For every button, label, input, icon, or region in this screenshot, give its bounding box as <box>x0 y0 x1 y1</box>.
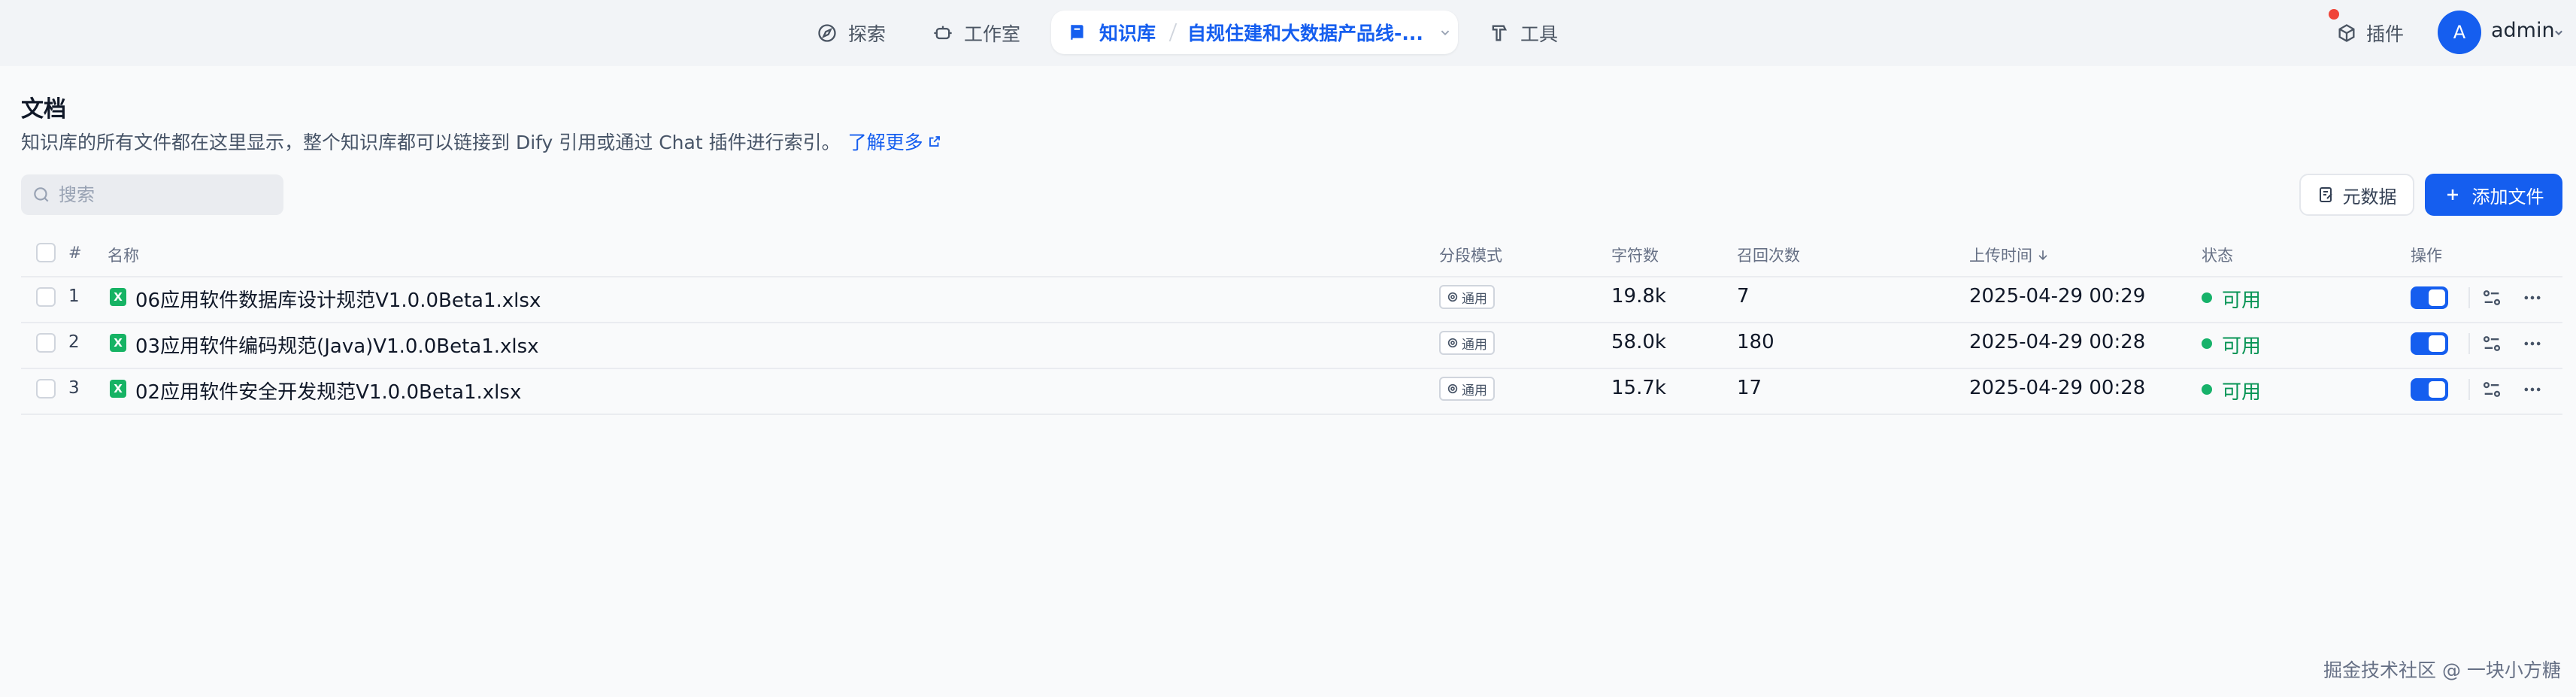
mode-badge: 通用 <box>1439 377 1495 401</box>
edit-document-icon <box>2319 187 2332 202</box>
search-box[interactable] <box>21 174 283 215</box>
page-title: 文档 <box>21 96 66 123</box>
chevron-down-icon[interactable] <box>1437 24 1453 41</box>
enable-toggle[interactable] <box>2411 332 2448 355</box>
select-all-checkbox[interactable] <box>36 243 56 262</box>
metadata-label: 元数据 <box>2342 186 2397 208</box>
add-file-button[interactable]: 添加文件 <box>2425 174 2562 216</box>
nav-knowledge-pill[interactable]: 知识库 自规住建和大数据产品线-... <box>1051 11 1458 54</box>
row-checkbox[interactable] <box>36 333 56 353</box>
char-count: 58.0k <box>1611 331 1666 353</box>
status-text: 可用 <box>2222 381 2262 404</box>
mode-badge: 通用 <box>1439 285 1495 309</box>
char-count: 19.8k <box>1611 285 1666 308</box>
external-link-icon <box>929 136 940 147</box>
segment-settings-icon[interactable] <box>2481 333 2502 354</box>
add-file-label: 添加文件 <box>2471 186 2544 208</box>
settings-icon <box>1447 338 1458 348</box>
excel-file-icon: X <box>110 334 126 352</box>
segment-settings-icon[interactable] <box>2481 287 2502 308</box>
table-header-row <box>21 229 2562 277</box>
column-header-hits: 召回次数 <box>1737 247 1800 265</box>
status-dot <box>2202 338 2212 349</box>
column-header-upload-time[interactable]: 上传时间 <box>1969 244 2050 266</box>
robot-icon <box>934 26 952 40</box>
compass-icon <box>818 24 836 42</box>
metadata-button[interactable]: 元数据 <box>2299 174 2414 216</box>
mode-badge: 通用 <box>1439 331 1495 355</box>
nav-explore-label: 探索 <box>848 23 886 45</box>
cube-icon <box>2338 24 2355 42</box>
user-name[interactable]: admin <box>2491 19 2555 42</box>
mode-label: 通用 <box>1462 291 1487 307</box>
row-index: 3 <box>68 378 80 398</box>
hit-count: 7 <box>1737 285 1750 308</box>
nav-studio[interactable]: 工作室 <box>932 14 1020 53</box>
upload-time: 2025-04-29 00:28 <box>1969 331 2146 353</box>
upload-time: 2025-04-29 00:29 <box>1969 285 2146 308</box>
column-header-mode: 分段模式 <box>1439 247 1502 265</box>
column-header-chars: 字符数 <box>1611 247 1659 265</box>
top-navigation-bar: 探索 工作室 知识库 自规住建和大数据产品线-... 工具 插件 A admin <box>0 0 2576 66</box>
search-icon <box>34 187 49 202</box>
status-text: 可用 <box>2222 335 2262 358</box>
arrow-down-icon <box>2038 250 2047 261</box>
nav-studio-label: 工作室 <box>964 23 1021 45</box>
nav-knowledge-label[interactable]: 知识库 <box>1099 19 1156 46</box>
file-name[interactable]: 06应用软件数据库设计规范V1.0.0Beta1.xlsx <box>135 285 541 313</box>
status-text: 可用 <box>2222 289 2262 312</box>
learn-more-label: 了解更多 <box>847 132 923 153</box>
status-dot <box>2202 292 2212 303</box>
excel-file-icon: X <box>110 380 126 398</box>
mode-label: 通用 <box>1462 383 1487 399</box>
plus-icon <box>2447 189 2458 200</box>
file-name[interactable]: 02应用软件安全开发规范V1.0.0Beta1.xlsx <box>135 377 521 405</box>
breadcrumb-separator <box>1168 23 1177 41</box>
plugins-label: 插件 <box>2366 23 2405 45</box>
more-options-icon[interactable] <box>2522 379 2543 400</box>
chevron-down-icon[interactable] <box>2551 25 2566 40</box>
column-header-status: 状态 <box>2202 247 2233 265</box>
excel-file-icon: X <box>110 288 126 306</box>
avatar[interactable]: A <box>2438 11 2481 54</box>
divider <box>2468 379 2470 400</box>
enable-toggle[interactable] <box>2411 286 2448 309</box>
settings-icon <box>1447 292 1458 302</box>
book-icon <box>1071 25 1083 40</box>
dataset-name[interactable]: 自规住建和大数据产品线-... <box>1187 19 1428 46</box>
hit-count: 180 <box>1737 331 1774 353</box>
enable-toggle[interactable] <box>2411 378 2448 401</box>
page-description: 知识库的所有文件都在这里显示，整个知识库都可以链接到 Dify 引用或通过 Ch… <box>21 128 941 155</box>
more-options-icon[interactable] <box>2522 333 2543 354</box>
page-description-text: 知识库的所有文件都在这里显示，整个知识库都可以链接到 Dify 引用或通过 Ch… <box>21 132 841 153</box>
row-index: 1 <box>68 286 80 306</box>
column-header-actions: 操作 <box>2411 247 2442 265</box>
char-count: 15.7k <box>1611 377 1666 399</box>
segment-settings-icon[interactable] <box>2481 379 2502 400</box>
hit-count: 17 <box>1737 377 1762 399</box>
plugins-button[interactable]: 插件 <box>2336 17 2404 50</box>
watermark: 掘金技术社区 @ 一块小方糖 <box>2323 659 2561 681</box>
hammer-icon <box>1492 25 1508 41</box>
mode-label: 通用 <box>1462 337 1487 353</box>
column-header-index: # <box>68 244 82 262</box>
more-options-icon[interactable] <box>2522 287 2543 308</box>
row-index: 2 <box>68 332 80 352</box>
column-header-upload-time-label: 上传时间 <box>1969 247 2032 265</box>
nav-tools-label: 工具 <box>1520 23 1559 45</box>
divider <box>2468 333 2470 354</box>
status-dot <box>2202 384 2212 395</box>
row-checkbox[interactable] <box>36 287 56 307</box>
file-name[interactable]: 03应用软件编码规范(Java)V1.0.0Beta1.xlsx <box>135 331 539 359</box>
upload-time: 2025-04-29 00:28 <box>1969 377 2146 399</box>
settings-icon <box>1447 383 1458 394</box>
nav-tools[interactable]: 工具 <box>1489 14 1558 53</box>
column-header-name: 名称 <box>108 247 139 265</box>
nav-explore[interactable]: 探索 <box>817 14 886 53</box>
search-input[interactable] <box>57 183 278 206</box>
divider <box>2468 287 2470 308</box>
learn-more-link[interactable]: 了解更多 <box>848 128 941 155</box>
row-checkbox[interactable] <box>36 379 56 399</box>
